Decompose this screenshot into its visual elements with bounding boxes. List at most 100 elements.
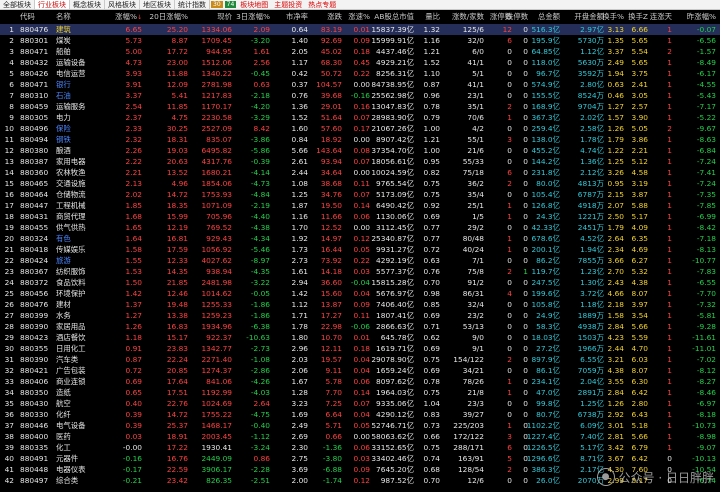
table-row[interactable]: 36 880330 化纤 0.39 14.72 1755.22 -4.75 1.69 6.64 0… xyxy=(0,409,720,420)
column-header-total-amount[interactable]: 总金额 xyxy=(520,10,560,24)
table-row[interactable]: 25 880456 环境保护 1.42 12.46 1014.62 -0.05 1.42 15.… xyxy=(0,288,720,299)
table-row[interactable]: 18 880431 商贸代理 1.68 15.99 705.96 -4.40 1.16 11.6… xyxy=(0,211,720,222)
market-cap-cell: 29078.90亿 xyxy=(371,355,414,364)
sector-code-cell: 880330 xyxy=(20,410,49,419)
table-row[interactable]: 28 880390 家居用品 1.26 16.83 1934.96 -6.38 1.78 22.… xyxy=(0,321,720,332)
price-cell: 1217.83 xyxy=(201,91,232,100)
table-row[interactable]: 21 880418 传媒娱乐 1.58 17.59 1056.92 -5.46 1.73 16.… xyxy=(0,244,720,255)
up-count-cell: 35/1 xyxy=(467,102,484,111)
table-row[interactable]: 19 880455 供气供热 1.65 12.19 769.52 -4.38 1.70 12.5… xyxy=(0,222,720,233)
table-row[interactable]: 34 880350 造纸 0.65 17.51 1192.99 -4.03 1.28 7.70 0… xyxy=(0,387,720,398)
change-20d-cell: 23.83 xyxy=(166,344,188,353)
table-row[interactable]: 33 880406 商业连锁 0.69 17.64 841.06 -4.26 1.67 5.78… xyxy=(0,376,720,387)
row-index-cell: 24 xyxy=(4,278,14,287)
turnover-z-cell: 4.09 xyxy=(631,223,648,232)
table-row[interactable]: 37 880446 电气设备 0.39 25.37 1468.17 -0.40 2.49 5.7… xyxy=(0,420,720,431)
table-row[interactable]: 20 880324 有色 1.64 16.81 929.43 -4.34 1.92 14.97 0… xyxy=(0,233,720,244)
table-row[interactable]: 26 880476 建材 1.37 19.48 1255.33 -1.86 1.12 13.87… xyxy=(0,299,720,310)
column-header-row-index[interactable] xyxy=(2,10,14,24)
market-cap-cell: 7406.40亿 xyxy=(376,300,414,309)
sector-code-cell: 880465 xyxy=(20,179,49,188)
table-row[interactable]: 6 880471 银行 3.91 12.09 2781.98 0.63 0.37 104.57 0… xyxy=(0,79,720,90)
table-row[interactable]: 9 880305 电力 2.37 4.75 2230.58 -3.29 1.52 51.64 0.… xyxy=(0,112,720,123)
market-cap-cell: 8907.42亿 xyxy=(376,135,414,144)
table-row[interactable]: 15 880465 交通设施 2.13 4.96 1854.06 -4.73 1.08 38.6… xyxy=(0,178,720,189)
price-cell: 1340.22 xyxy=(201,69,232,78)
table-row[interactable]: 2 880301 煤炭 5.73 8.87 1709.45 -3.20 1.40 92.69 0.… xyxy=(0,35,720,46)
up-streak-cell: 1 xyxy=(667,443,672,452)
column-header-prev-change-pct[interactable]: 昨涨幅% xyxy=(676,10,716,24)
column-header-change-3d[interactable]: 3日涨幅% xyxy=(232,10,270,24)
column-header-up-streak[interactable]: 连涨天 xyxy=(646,10,672,24)
table-row[interactable]: 7 880310 石油 3.37 5.41 1217.83 -2.18 0.76 39.68 -0… xyxy=(0,90,720,101)
open-amount-cell: 2451万 xyxy=(577,223,604,232)
sector-code-cell: 880464 xyxy=(20,190,49,199)
tab-2[interactable]: 概念板块 xyxy=(70,0,105,9)
column-header-open-amount[interactable]: 开盘金额 xyxy=(560,10,604,24)
table-row[interactable]: 12 880380 酿酒 2.26 19.03 6495.82 -5.86 5.66 143.6… xyxy=(0,145,720,156)
table-row[interactable]: 13 880387 家用电器 2.22 20.63 4317.76 -0.39 2.61 93.… xyxy=(0,156,720,167)
topic-link-0[interactable]: 板块地图 xyxy=(237,0,271,9)
table-row[interactable]: 31 880390 汽车类 0.87 22.24 2271.40 -1.08 2.03 19.5… xyxy=(0,354,720,365)
topic-link-1[interactable]: 主题投资 xyxy=(271,0,305,9)
sector-code-cell: 880335 xyxy=(20,443,49,452)
table-row[interactable]: 22 880424 旅游 1.55 12.33 4027.62 -8.97 2.73 73.92… xyxy=(0,255,720,266)
column-header-up-count[interactable]: 涨数/家数 xyxy=(438,10,484,24)
column-header-turnover-z[interactable]: 换手Z xyxy=(622,10,648,24)
total-amount-cell: 118.0亿 xyxy=(531,58,560,67)
row-index-cell: 4 xyxy=(9,58,14,67)
table-row[interactable]: 3 880471 船舶 5.00 17.72 944.95 1.61 2.05 45.02 0.1… xyxy=(0,46,720,57)
tab-0[interactable]: 全部板块 xyxy=(0,0,35,9)
table-row[interactable]: 32 880421 广告包装 0.72 20.85 1274.37 -2.86 2.06 9.1… xyxy=(0,365,720,376)
table-row[interactable]: 14 880360 农林牧渔 2.21 13.52 1680.21 -4.14 2.44 34.… xyxy=(0,167,720,178)
column-header-change-pct[interactable]: 涨幅%↓ xyxy=(104,10,142,24)
change-3d-cell: 2.09 xyxy=(253,25,270,34)
table-row[interactable]: 10 880496 保险 2.33 30.25 2527.09 8.42 1.60 57.60 0… xyxy=(0,123,720,134)
turnover-pct-cell: 4.66 xyxy=(607,289,624,298)
turnover-pct-cell: 2.07 xyxy=(607,201,624,210)
table-row[interactable]: 23 880367 纺织服饰 1.53 14.35 938.94 -4.35 1.61 14.1… xyxy=(0,266,720,277)
table-row[interactable]: 4 880432 运输设备 4.73 23.00 1512.06 2.56 1.17 68.30… xyxy=(0,57,720,68)
tab-3[interactable]: 风格板块 xyxy=(105,0,140,9)
tab-1[interactable]: 行业板块 xyxy=(35,0,70,9)
table-row[interactable]: 27 880399 水务 1.27 13.38 1259.23 -1.86 1.71 17.27… xyxy=(0,310,720,321)
prev-change-pct-cell: -6.97 xyxy=(696,399,716,408)
prev-change-pct-cell: -7.85 xyxy=(696,201,716,210)
table-row[interactable]: 39 880335 化工 -0.00 17.22 1930.41 -3.24 2.30 -1.3… xyxy=(0,442,720,453)
column-header-sector-code[interactable]: 代码 xyxy=(20,10,60,24)
table-row[interactable]: 38 880400 医药 0.03 18.91 2003.45 -1.12 2.69 0.66 0… xyxy=(0,431,720,442)
table-row[interactable]: 24 880372 食品饮料 1.50 21.85 2481.98 -3.22 2.94 36.… xyxy=(0,277,720,288)
change-3d-cell: -0.45 xyxy=(250,69,270,78)
market-cap-cell: 4929.21亿 xyxy=(376,58,414,67)
turnover-z-cell: 3.75 xyxy=(631,69,648,78)
table-row[interactable]: 40 880491 元器件 -0.16 16.76 2449.09 0.86 2.75 -3.8… xyxy=(0,453,720,464)
column-header-market-cap[interactable]: AB股总市值 xyxy=(338,10,414,24)
table-row[interactable]: 17 880447 工程机械 1.85 18.35 1071.09 -2.19 1.87 19.… xyxy=(0,200,720,211)
table-row[interactable]: 1 880476 建筑 6.65 25.20 1334.06 2.09 0.64 83.19 0.… xyxy=(0,24,720,35)
column-header-turnover-pct[interactable]: 换手% xyxy=(600,10,624,24)
volume-ratio-cell: 0.75 xyxy=(423,179,440,188)
column-header-change-20d[interactable]: 20日涨幅% xyxy=(144,10,188,24)
table-row[interactable]: 29 880423 酒店餐饮 1.18 15.17 922.37 -10.63 1.80 10.… xyxy=(0,332,720,343)
prev-change-pct-cell: -10.13 xyxy=(692,454,716,463)
column-header-volume-ratio[interactable]: 量比 xyxy=(414,10,440,24)
price-cell: 1512.06 xyxy=(201,58,232,67)
change-3d-cell: -5.86 xyxy=(250,146,270,155)
row-index-cell: 26 xyxy=(4,300,14,309)
table-row[interactable]: 35 880430 航空 0.40 22.76 1024.69 2.64 3.23 7.25 0.… xyxy=(0,398,720,409)
sector-code-cell: 880324 xyxy=(20,234,49,243)
change-3d-cell: -4.84 xyxy=(250,190,270,199)
sector-code-cell: 880459 xyxy=(20,102,49,111)
column-header-price[interactable]: 现价 xyxy=(184,10,232,24)
table-row[interactable]: 30 880355 日用化工 0.91 23.83 1342.77 -2.73 2.96 12.… xyxy=(0,343,720,354)
turnover-pct-cell: 4.38 xyxy=(607,366,624,375)
table-row[interactable]: 16 880464 仓储物流 2.02 14.72 1753.93 -4.84 1.25 34.… xyxy=(0,189,720,200)
open-amount-cell: 7.40亿 xyxy=(580,432,604,441)
table-row[interactable]: 8 880459 运输服务 2.54 11.85 1170.17 -4.20 1.36 29.0… xyxy=(0,101,720,112)
topic-link-2[interactable]: 热点专题 xyxy=(305,0,339,9)
tab-5[interactable]: 统计指数 xyxy=(175,0,210,9)
tab-4[interactable]: 地区板块 xyxy=(140,0,175,9)
table-row[interactable]: 11 880494 钢铁 2.32 18.31 835.07 -3.86 0.84 18.92 0… xyxy=(0,134,720,145)
change-pct-cell: 2.32 xyxy=(125,135,142,144)
table-row[interactable]: 5 880426 电信运营 3.93 11.88 1340.22 -0.45 0.42 50.7… xyxy=(0,68,720,79)
